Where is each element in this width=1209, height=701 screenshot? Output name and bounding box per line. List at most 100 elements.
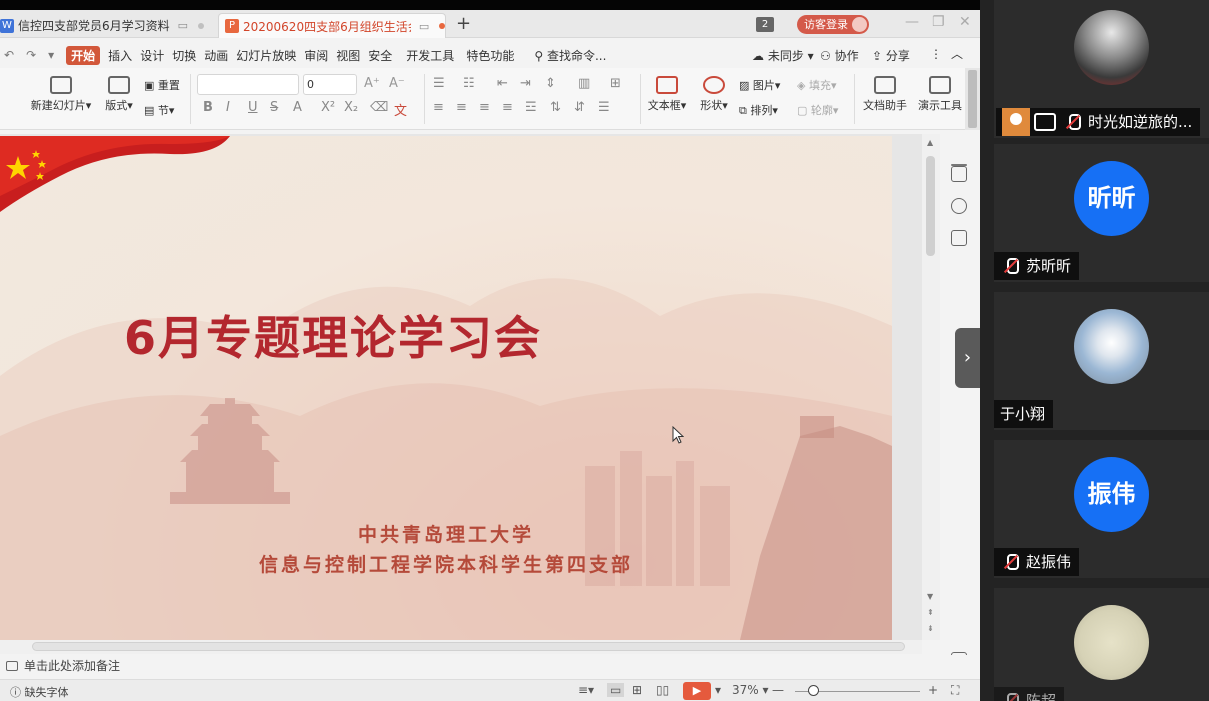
slide[interactable]: 6月专题理论学习会 中共青岛理工大学 信息与控制工程学院本科学生第四支部 — [0, 136, 892, 640]
menu-transition[interactable]: 切换 — [172, 47, 196, 64]
properties-icon[interactable] — [951, 166, 967, 182]
outdent-icon[interactable]: ⇤ — [497, 76, 508, 91]
align-left-icon[interactable]: ≡ — [433, 100, 444, 115]
font-size-select[interactable]: 0 — [303, 74, 357, 95]
close-icon[interactable]: ✕ — [959, 14, 971, 30]
play-slideshow-button[interactable]: ▶ — [683, 682, 711, 700]
menu-view[interactable]: 视图 — [336, 47, 360, 64]
undo-icon[interactable]: ↶ — [4, 48, 14, 62]
font-family-select[interactable] — [197, 74, 299, 95]
zoom-level[interactable]: 37% ▾ — [732, 683, 769, 697]
menu-review[interactable]: 审阅 — [304, 47, 328, 64]
share-button[interactable]: ⇪ 分享 — [872, 47, 910, 64]
missing-font-indicator[interactable]: ⓘ 缺失字体 — [10, 684, 69, 700]
bullet-list-icon[interactable]: ☰ — [433, 76, 445, 91]
slide-organization-line2[interactable]: 信息与控制工程学院本科学生第四支部 — [0, 550, 892, 577]
slide-canvas[interactable]: 6月专题理论学习会 中共青岛理工大学 信息与控制工程学院本科学生第四支部 — [0, 134, 922, 640]
ribbon-scrollbar[interactable] — [965, 68, 980, 130]
font-color-icon[interactable]: A — [293, 100, 302, 115]
column-spacing-icon[interactable]: ⇵ — [574, 100, 585, 115]
zoom-out-icon[interactable]: — — [772, 683, 784, 697]
restore-icon[interactable]: ❐ — [932, 14, 945, 30]
search-command[interactable]: ⚲ 查找命令... — [534, 47, 606, 64]
slide-vertical-scrollbar[interactable]: ▲ ▼ ⇞ ⇟ — [922, 134, 940, 640]
menu-developer[interactable]: 开发工具 — [406, 47, 454, 64]
window-count-badge[interactable]: 2 — [756, 17, 774, 32]
justify-icon[interactable]: ≡ — [502, 100, 513, 115]
scroll-down-icon[interactable]: ▼ — [927, 592, 933, 601]
text-direction-icon[interactable]: ▥ — [578, 76, 590, 91]
more-options-icon[interactable]: ⋮ — [930, 47, 942, 61]
distribute-icon[interactable]: ☲ — [525, 100, 537, 115]
demo-tools-button[interactable]: 演示工具 — [915, 76, 965, 113]
slide-horizontal-scrollbar[interactable] — [0, 640, 922, 654]
previous-slide-icon[interactable]: ⇞ — [927, 608, 934, 617]
slide-organization-line1[interactable]: 中共青岛理工大学 — [0, 520, 892, 547]
paragraph-icon[interactable]: ☰ — [598, 100, 610, 115]
indent-icon[interactable]: ⇥ — [520, 76, 531, 91]
notes-toggle-icon[interactable]: ≡▾ — [578, 683, 594, 697]
reset-button[interactable]: ▣ 重置 — [144, 77, 180, 93]
picture-button[interactable]: ▨ 图片▾ — [739, 77, 780, 93]
tab-meeting-ppt[interactable]: P 20200620四支部6月组织生活会 ▭ — [218, 13, 446, 38]
expand-panel-button[interactable]: › — [955, 328, 980, 388]
bold-icon[interactable]: B — [203, 100, 213, 115]
animation-pane-icon[interactable] — [951, 198, 967, 214]
comments-icon[interactable] — [951, 230, 967, 246]
scroll-up-icon[interactable]: ▲ — [927, 138, 933, 147]
tab-study-materials[interactable]: W 信控四支部党员6月学习资料 ▭ — [0, 13, 210, 38]
menu-security[interactable]: 安全 — [368, 47, 392, 64]
collaborate-button[interactable]: ⚇ 协作 — [820, 47, 859, 64]
section-button[interactable]: ▤ 节▾ — [144, 102, 174, 118]
clear-format-icon[interactable]: ⌫ — [370, 100, 388, 115]
normal-view-icon[interactable]: ▭ — [607, 683, 625, 697]
outline-button[interactable]: ▢ 轮廓▾ — [797, 102, 838, 118]
shape-button[interactable]: 形状▾ — [697, 76, 731, 113]
zoom-slider-thumb[interactable] — [808, 685, 819, 696]
fill-button[interactable]: ◈ 填充▾ — [797, 77, 837, 93]
fit-window-icon[interactable]: ⛶ — [951, 683, 959, 698]
participant-tile[interactable]: 陈超 — [994, 588, 1209, 701]
scroll-thumb[interactable] — [32, 642, 905, 651]
participant-tile[interactable]: 于小翔 — [994, 292, 1209, 430]
underline-icon[interactable]: U — [248, 100, 258, 115]
menu-slideshow[interactable]: 幻灯片放映 — [236, 47, 296, 64]
align-right-icon[interactable]: ≡ — [479, 100, 490, 115]
decrease-font-icon[interactable]: A⁻ — [389, 76, 405, 91]
line-spacing-icon[interactable]: ⇕ — [545, 76, 556, 91]
new-slide-button[interactable]: 新建幻灯片▾ — [30, 76, 92, 113]
collapse-ribbon-icon[interactable]: ︿ — [951, 45, 963, 62]
align-center-icon[interactable]: ≡ — [456, 100, 467, 115]
participant-tile[interactable]: 昕昕 苏昕昕 — [994, 144, 1209, 282]
increase-font-icon[interactable]: A⁺ — [364, 76, 380, 91]
reading-view-icon[interactable]: ▯▯ — [656, 683, 669, 697]
participant-tile[interactable]: 时光如逆旅的... — [994, 0, 1209, 138]
new-tab-button[interactable]: + — [456, 12, 471, 36]
textbox-button[interactable]: 文本框▾ — [645, 76, 689, 113]
slide-title[interactable]: 6月专题理论学习会 — [0, 302, 892, 368]
paragraph-spacing-icon[interactable]: ⇅ — [550, 100, 561, 115]
menu-animation[interactable]: 动画 — [204, 47, 228, 64]
numbered-list-icon[interactable]: ☷ — [463, 76, 475, 91]
menu-start[interactable]: 开始 — [66, 45, 101, 65]
arrange-button[interactable]: ⧉ 排列▾ — [739, 102, 778, 118]
strikethrough-icon[interactable]: S — [270, 100, 278, 115]
align-text-icon[interactable]: ⊞ — [610, 76, 621, 91]
notes-area[interactable]: 单击此处添加备注 — [0, 655, 980, 677]
menu-design[interactable]: 设计 — [140, 47, 164, 64]
sync-status[interactable]: ☁ 未同步 ▾ — [752, 47, 814, 64]
next-slide-icon[interactable]: ⇟ — [927, 624, 934, 633]
tab-preview-icon[interactable]: ▭ — [419, 20, 429, 33]
subscript-icon[interactable]: X₂ — [344, 100, 358, 115]
scroll-thumb[interactable] — [968, 70, 977, 128]
scroll-thumb[interactable] — [926, 156, 935, 256]
layout-button[interactable]: 版式▾ — [102, 76, 136, 113]
redo-icon[interactable]: ↷ — [26, 48, 36, 62]
menu-features[interactable]: 特色功能 — [466, 47, 514, 64]
quick-access-dropdown-icon[interactable]: ▾ — [48, 48, 54, 62]
menu-insert[interactable]: 插入 — [108, 47, 132, 64]
doc-assistant-button[interactable]: 文档助手 — [860, 76, 910, 113]
participant-tile[interactable]: 振伟 赵振伟 — [994, 440, 1209, 578]
pinyin-icon[interactable]: 文 — [394, 100, 407, 119]
minimize-icon[interactable]: — — [905, 14, 919, 30]
